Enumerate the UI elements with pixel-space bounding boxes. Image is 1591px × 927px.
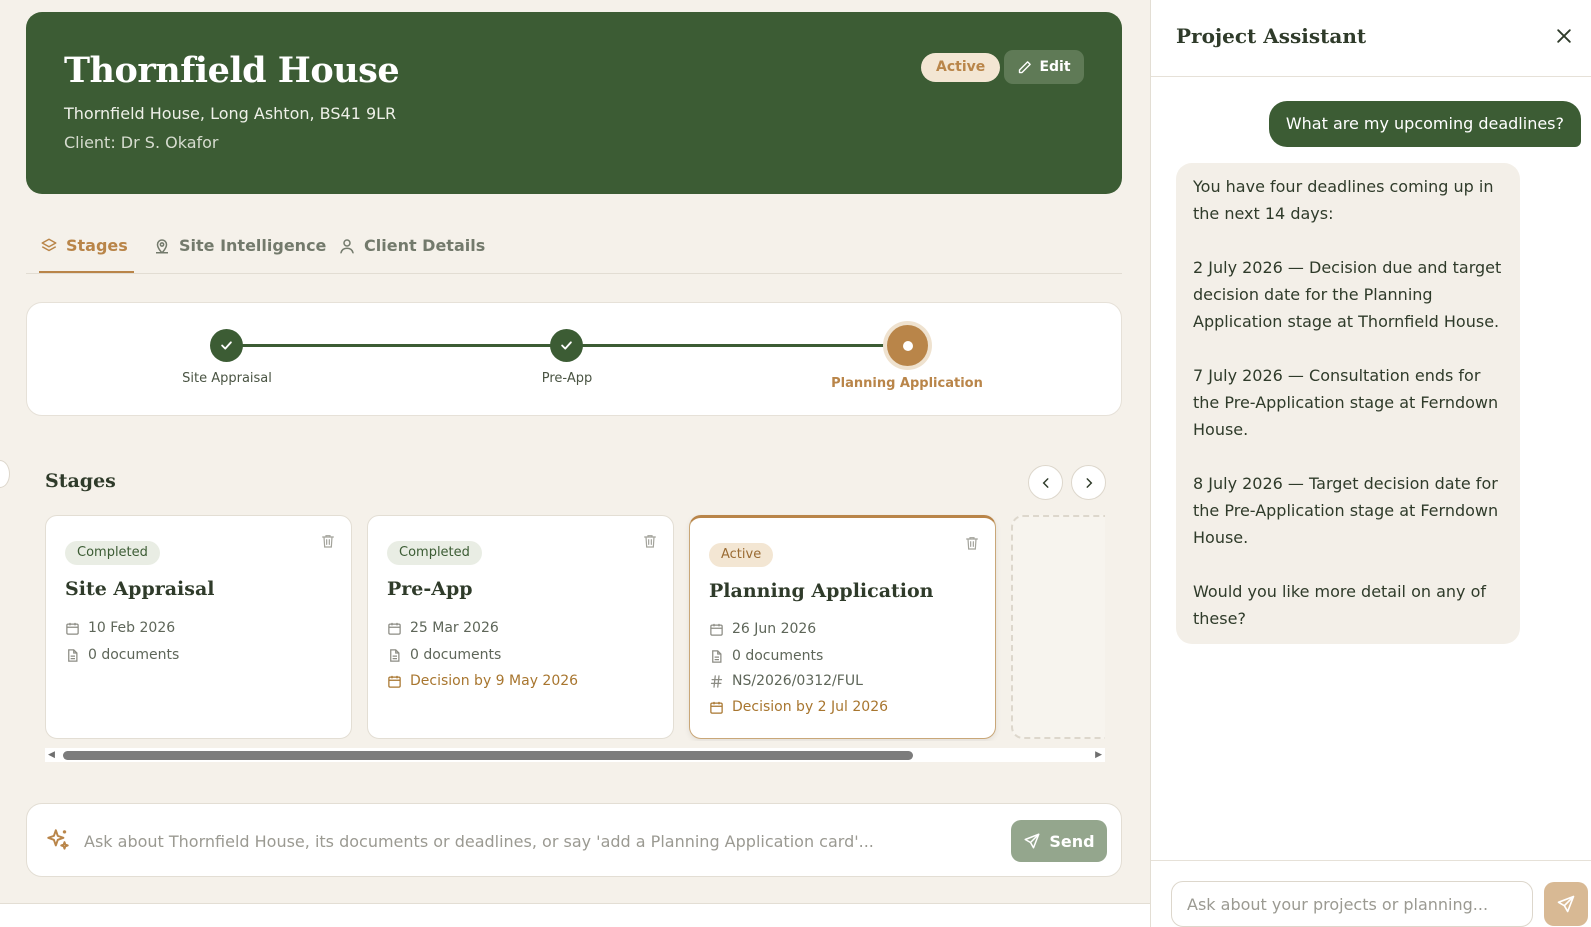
edit-button[interactable]: Edit: [1004, 50, 1084, 84]
project-address: Thornfield House, Long Ashton, BS41 9LR: [64, 104, 397, 123]
card-documents: 0 documents: [387, 647, 501, 663]
scroll-right-arrow-icon[interactable]: ▶: [1095, 750, 1102, 760]
check-icon: [221, 341, 232, 350]
status-badge: Active: [921, 53, 1001, 82]
stage-progress: Site Appraisal Pre-App Planning Applicat…: [26, 302, 1122, 416]
scroll-thumb[interactable]: [63, 751, 913, 760]
assistant-send-button[interactable]: [1544, 882, 1588, 926]
card-status-badge: Completed: [65, 541, 160, 565]
footer-strip: [0, 903, 1150, 927]
assistant-message-paragraph: You have four deadlines coming up in the…: [1193, 177, 1494, 223]
calendar-icon: [388, 622, 401, 635]
card-status-badge: Active: [709, 543, 774, 567]
send-icon: [1024, 833, 1040, 849]
scroll-left-button[interactable]: [1028, 465, 1063, 500]
chevron-right-icon: [1086, 477, 1092, 488]
trash-icon[interactable]: [642, 532, 658, 550]
card-date: 10 Feb 2026: [65, 620, 175, 636]
assistant-input[interactable]: [1171, 881, 1533, 927]
tab-site-intelligence[interactable]: Site Intelligence: [153, 236, 326, 273]
edit-label: Edit: [1039, 59, 1071, 75]
card-title: Site Appraisal: [65, 578, 215, 600]
progress-label: Pre-App: [541, 371, 593, 386]
current-dot-icon: [902, 340, 913, 351]
user-icon: [340, 239, 354, 254]
calendar-icon: [710, 623, 723, 636]
assistant-panel: Project Assistant What are my upcoming d…: [1150, 0, 1591, 927]
card-reference: NS/2026/0312/FUL: [709, 673, 863, 689]
send-button[interactable]: Send: [1011, 820, 1107, 862]
assistant-message-paragraph: Would you like more detail on any of the…: [1193, 582, 1487, 628]
document-icon: [68, 648, 78, 662]
calendar-icon: [388, 675, 401, 688]
progress-label-current: Planning Application: [831, 376, 983, 391]
card-title: Planning Application: [709, 580, 934, 602]
scroll-left-arrow-icon[interactable]: ◀: [48, 750, 55, 760]
stage-card[interactable]: Completed Pre-App 25 Mar 2026 0 document…: [367, 515, 674, 739]
card-documents: 0 documents: [709, 648, 823, 664]
project-tabs: Stages Site Intelligence Client Details: [26, 222, 1122, 274]
project-main: Thornfield House Thornfield House, Long …: [0, 0, 1150, 927]
assistant-header: Project Assistant: [1151, 0, 1591, 77]
card-deadline: Decision by 9 May 2026: [387, 673, 578, 689]
trash-icon[interactable]: [964, 534, 980, 552]
layers-icon: [41, 238, 57, 252]
stages-heading: Stages: [45, 470, 116, 492]
document-icon: [390, 648, 400, 662]
add-stage-card[interactable]: [1011, 515, 1105, 739]
assistant-title: Project Assistant: [1176, 24, 1367, 48]
close-icon[interactable]: [1554, 26, 1574, 46]
progress-step-completed[interactable]: [210, 329, 243, 362]
project-ask-bar: Send: [26, 803, 1122, 877]
calendar-icon: [710, 701, 723, 714]
card-date: 26 Jun 2026: [709, 621, 816, 637]
card-status-badge: Completed: [387, 541, 482, 565]
cards-scrollbar[interactable]: ◀ ▶: [45, 748, 1105, 762]
progress-line: [227, 344, 567, 347]
send-label: Send: [1049, 831, 1095, 851]
trash-icon[interactable]: [320, 532, 336, 550]
stage-card-active[interactable]: Active Planning Application 26 Jun 2026 …: [689, 515, 996, 739]
assistant-footer: [1151, 860, 1591, 927]
project-header: Thornfield House Thornfield House, Long …: [26, 12, 1122, 194]
scroll-right-button[interactable]: [1071, 465, 1106, 500]
document-icon: [712, 649, 722, 663]
user-message: What are my upcoming deadlines?: [1268, 101, 1581, 147]
tab-client-details-label: Client Details: [364, 236, 486, 255]
assistant-message-paragraph: 8 July 2026 — Target decision date for t…: [1193, 474, 1499, 547]
send-icon: [1557, 895, 1575, 913]
card-documents: 0 documents: [65, 647, 179, 663]
progress-step-current[interactable]: [887, 325, 928, 366]
project-ask-input[interactable]: [84, 826, 994, 856]
pencil-icon: [1019, 60, 1032, 73]
card-title: Pre-App: [387, 578, 473, 600]
project-title: Thornfield House: [64, 50, 400, 91]
tab-client-details[interactable]: Client Details: [338, 236, 485, 273]
tab-stages-label: Stages: [66, 236, 128, 255]
progress-line: [567, 344, 907, 347]
stage-card[interactable]: Completed Site Appraisal 10 Feb 2026 0 d…: [45, 515, 352, 739]
sparkle-icon: [47, 829, 69, 850]
tab-stages[interactable]: Stages: [39, 236, 134, 273]
project-client: Client: Dr S. Okafor: [64, 133, 219, 152]
hash-icon: [710, 674, 723, 688]
calendar-icon: [66, 622, 79, 635]
check-icon: [561, 341, 572, 350]
tab-site-intelligence-label: Site Intelligence: [179, 236, 327, 255]
assistant-message-paragraph: 2 July 2026 — Decision due and target de…: [1193, 258, 1502, 331]
card-date: 25 Mar 2026: [387, 620, 499, 636]
card-deadline: Decision by 2 Jul 2026: [709, 699, 888, 715]
map-pin-icon: [156, 239, 168, 254]
chevron-left-icon: [1042, 477, 1048, 488]
stage-cards: Completed Site Appraisal 10 Feb 2026 0 d…: [45, 514, 1105, 741]
side-collapse-handle[interactable]: [0, 460, 10, 488]
assistant-message: You have four deadlines coming up in the…: [1176, 163, 1520, 644]
assistant-message-paragraph: 7 July 2026 — Consultation ends for the …: [1193, 366, 1499, 439]
progress-step-completed[interactable]: [550, 329, 583, 362]
progress-label: Site Appraisal: [182, 371, 272, 386]
